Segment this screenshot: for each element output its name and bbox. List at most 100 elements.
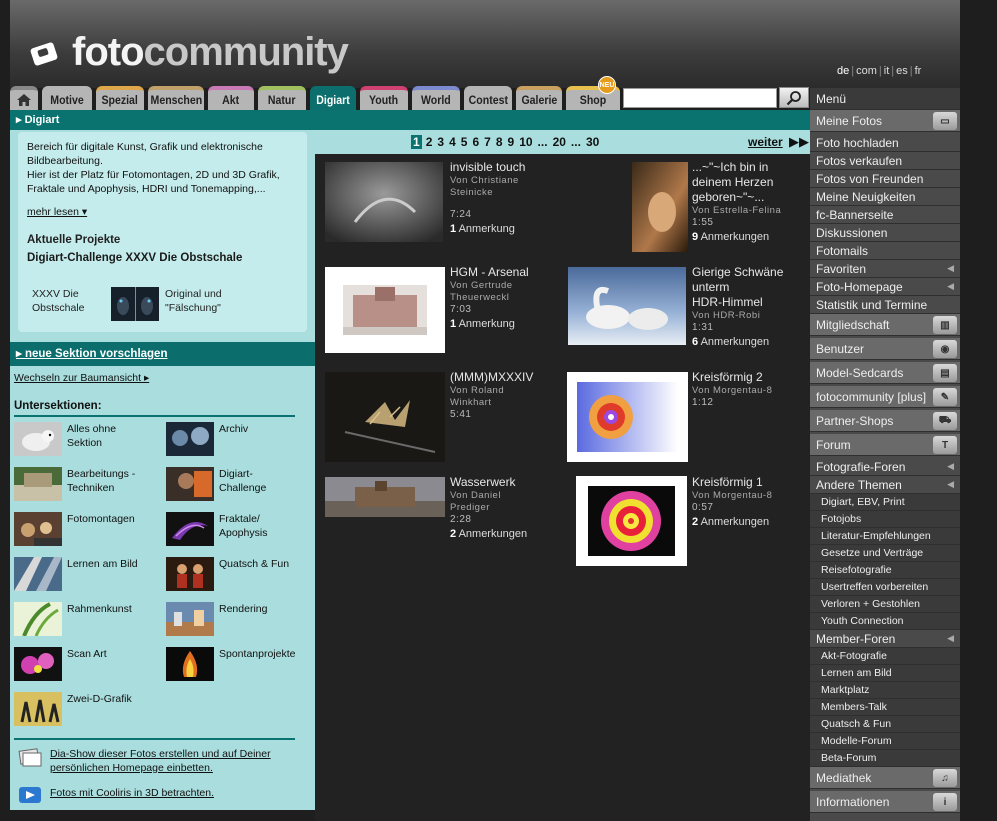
page-10-link[interactable]: 10: [518, 135, 533, 149]
menu-item-quatsch-fun[interactable]: Quatsch & Fun: [810, 716, 960, 733]
tab-world[interactable]: World: [412, 86, 460, 110]
photo-card[interactable]: [325, 372, 445, 465]
menu-item-fotos-verkaufen[interactable]: Fotos verkaufen: [810, 152, 960, 170]
menu-item-reisefotografie[interactable]: Reisefotografie: [810, 562, 960, 579]
page-4-link[interactable]: 4: [448, 135, 457, 149]
fotocommunity-logo[interactable]: fotocommunity: [29, 30, 349, 75]
menu-item-fotos-von-freunden[interactable]: Fotos von Freunden: [810, 170, 960, 188]
lang-fr-link[interactable]: fr: [915, 65, 922, 77]
menu-item-lernen-am-bild[interactable]: Lernen am Bild: [810, 665, 960, 682]
photo-thumbnail[interactable]: [567, 372, 688, 462]
photo-thumbnail[interactable]: [325, 162, 443, 242]
tab-spezial[interactable]: Spezial: [96, 86, 144, 110]
photo-thumbnail[interactable]: [325, 372, 445, 462]
next-page-link[interactable]: weiter: [748, 135, 783, 149]
page-8-link[interactable]: 8: [495, 135, 504, 149]
menu-item-partner-shops[interactable]: Partner-Shops ⛟: [810, 410, 960, 432]
page-9-link[interactable]: 9: [507, 135, 516, 149]
subsection-bearbeitungs-techniken[interactable]: Bearbeitungs - Techniken: [14, 467, 135, 501]
menu-item-usertreffen-vorbereiten[interactable]: Usertreffen vorbereiten: [810, 579, 960, 596]
menu-item-mediathek[interactable]: Mediathek ♫: [810, 767, 960, 789]
menu-item-member-foren[interactable]: Member-Foren ◀: [810, 630, 960, 648]
menu-item-marktplatz[interactable]: Marktplatz: [810, 682, 960, 699]
search-input[interactable]: [623, 88, 777, 108]
menu-item-statistik-und-termine[interactable]: Statistik und Termine: [810, 296, 960, 314]
menu-item-members-talk[interactable]: Members-Talk: [810, 699, 960, 716]
tab-galerie[interactable]: Galerie: [516, 86, 562, 110]
tab-menschen[interactable]: Menschen: [148, 86, 204, 110]
menu-item-informationen[interactable]: Informationen i: [810, 791, 960, 813]
fast-forward-icon[interactable]: ▶▶: [789, 134, 809, 150]
page-6-link[interactable]: 6: [471, 135, 480, 149]
tree-view-link[interactable]: Wechseln zur Baumansicht ▸: [14, 372, 149, 384]
page-5-link[interactable]: 5: [460, 135, 469, 149]
read-more-link[interactable]: mehr lesen ▾: [27, 206, 298, 218]
lang-es-link[interactable]: es: [896, 65, 908, 77]
menu-item-modelle-forum[interactable]: Modelle-Forum: [810, 733, 960, 750]
photo-thumbnail[interactable]: [568, 267, 686, 345]
menu-item-youth-connection[interactable]: Youth Connection: [810, 613, 960, 630]
tab-natur[interactable]: Natur: [258, 86, 306, 110]
subsection-rendering[interactable]: Rendering: [166, 602, 267, 636]
lang-com-link[interactable]: com: [856, 65, 877, 77]
photo-card[interactable]: [567, 372, 688, 465]
menu-item-favoriten[interactable]: Favoriten ◀: [810, 260, 960, 278]
menu-item-meine-fotos[interactable]: Meine Fotos ▭: [810, 110, 960, 132]
subsection-archiv[interactable]: Archiv: [166, 422, 248, 456]
photo-card[interactable]: [576, 476, 687, 569]
menu-item-beta-forum[interactable]: Beta-Forum: [810, 750, 960, 767]
subsection-quatsch-fun[interactable]: Quatsch & Fun: [166, 557, 289, 591]
photo-card[interactable]: [632, 162, 688, 255]
menu-item-literatur-empfehlungen[interactable]: Literatur-Empfehlungen: [810, 528, 960, 545]
subsection-spontanprojekte[interactable]: Spontanprojekte: [166, 647, 295, 681]
menu-item-verloren-gestohlen[interactable]: Verloren + Gestohlen: [810, 596, 960, 613]
menu-item-andere-themen[interactable]: Andere Themen ◀: [810, 476, 960, 494]
photo-card[interactable]: [325, 267, 445, 356]
tab-digiart[interactable]: Digiart: [310, 86, 356, 110]
menu-item-fotomails[interactable]: Fotomails: [810, 242, 960, 260]
subsection-lernen-am-bild[interactable]: Lernen am Bild: [14, 557, 138, 591]
menu-item-forum[interactable]: Forum T: [810, 434, 960, 456]
search-button[interactable]: [779, 87, 809, 108]
expand-arrow-icon[interactable]: ◀: [947, 263, 954, 274]
slideshow-link[interactable]: Dia-Show dieser Fotos erstellen und auf …: [18, 747, 271, 775]
menu-item-gesetze-und-vertr-ge[interactable]: Gesetze und Verträge: [810, 545, 960, 562]
menu-item-mitgliedschaft[interactable]: Mitgliedschaft ▥: [810, 314, 960, 336]
tab-youth[interactable]: Youth: [360, 86, 408, 110]
menu-item-fotografie-foren[interactable]: Fotografie-Foren ◀: [810, 458, 960, 476]
photo-card[interactable]: [325, 477, 445, 520]
expand-arrow-icon[interactable]: ◀: [947, 633, 954, 644]
photo-thumbnail[interactable]: [576, 476, 687, 566]
photo-thumbnail[interactable]: [325, 267, 445, 353]
page-20-link[interactable]: 20: [552, 135, 567, 149]
page-30-link[interactable]: 30: [585, 135, 600, 149]
lang-it-link[interactable]: it: [884, 65, 890, 77]
tab-akt[interactable]: Akt: [208, 86, 254, 110]
photo-card[interactable]: [568, 267, 686, 348]
tab-motive[interactable]: Motive: [42, 86, 92, 110]
page-1-link[interactable]: 1: [411, 135, 422, 149]
menu-item-foto-homepage[interactable]: Foto-Homepage ◀: [810, 278, 960, 296]
page-2-link[interactable]: 2: [425, 135, 434, 149]
home-tab[interactable]: [10, 86, 38, 110]
subsection-digiart-challenge[interactable]: Digiart- Challenge: [166, 467, 266, 501]
cooliris-link[interactable]: Fotos mit Cooliris in 3D betrachten.: [18, 786, 214, 804]
expand-arrow-icon[interactable]: ◀: [947, 479, 954, 490]
menu-item-fc-bannerseite[interactable]: fc-Bannerseite: [810, 206, 960, 224]
menu-item-meine-neuigkeiten[interactable]: Meine Neuigkeiten: [810, 188, 960, 206]
lang-de-link[interactable]: de: [837, 65, 849, 77]
photo-thumbnail[interactable]: [325, 477, 445, 517]
menu-item-diskussionen[interactable]: Diskussionen: [810, 224, 960, 242]
subsection-fraktale-apophysis[interactable]: Fraktale/ Apophysis: [166, 512, 267, 546]
menu-item-akt-fotografie[interactable]: Akt-Fotografie: [810, 648, 960, 665]
project-name[interactable]: Digiart-Challenge XXXV Die Obstschale: [27, 252, 298, 264]
menu-item-fotocommunity-plus[interactable]: fotocommunity [plus] ✎: [810, 386, 960, 408]
expand-arrow-icon[interactable]: ◀: [947, 281, 954, 292]
expand-arrow-icon[interactable]: ◀: [947, 461, 954, 472]
menu-item-fotojobs[interactable]: Fotojobs: [810, 511, 960, 528]
page-3-link[interactable]: 3: [436, 135, 445, 149]
menu-item-model-sedcards[interactable]: Model-Sedcards ▤: [810, 362, 960, 384]
project-item-2[interactable]: Original und "Fälschung": [111, 287, 222, 321]
menu-item-digiart-ebv-print[interactable]: Digiart, EBV, Print: [810, 494, 960, 511]
photo-card[interactable]: [325, 162, 443, 245]
